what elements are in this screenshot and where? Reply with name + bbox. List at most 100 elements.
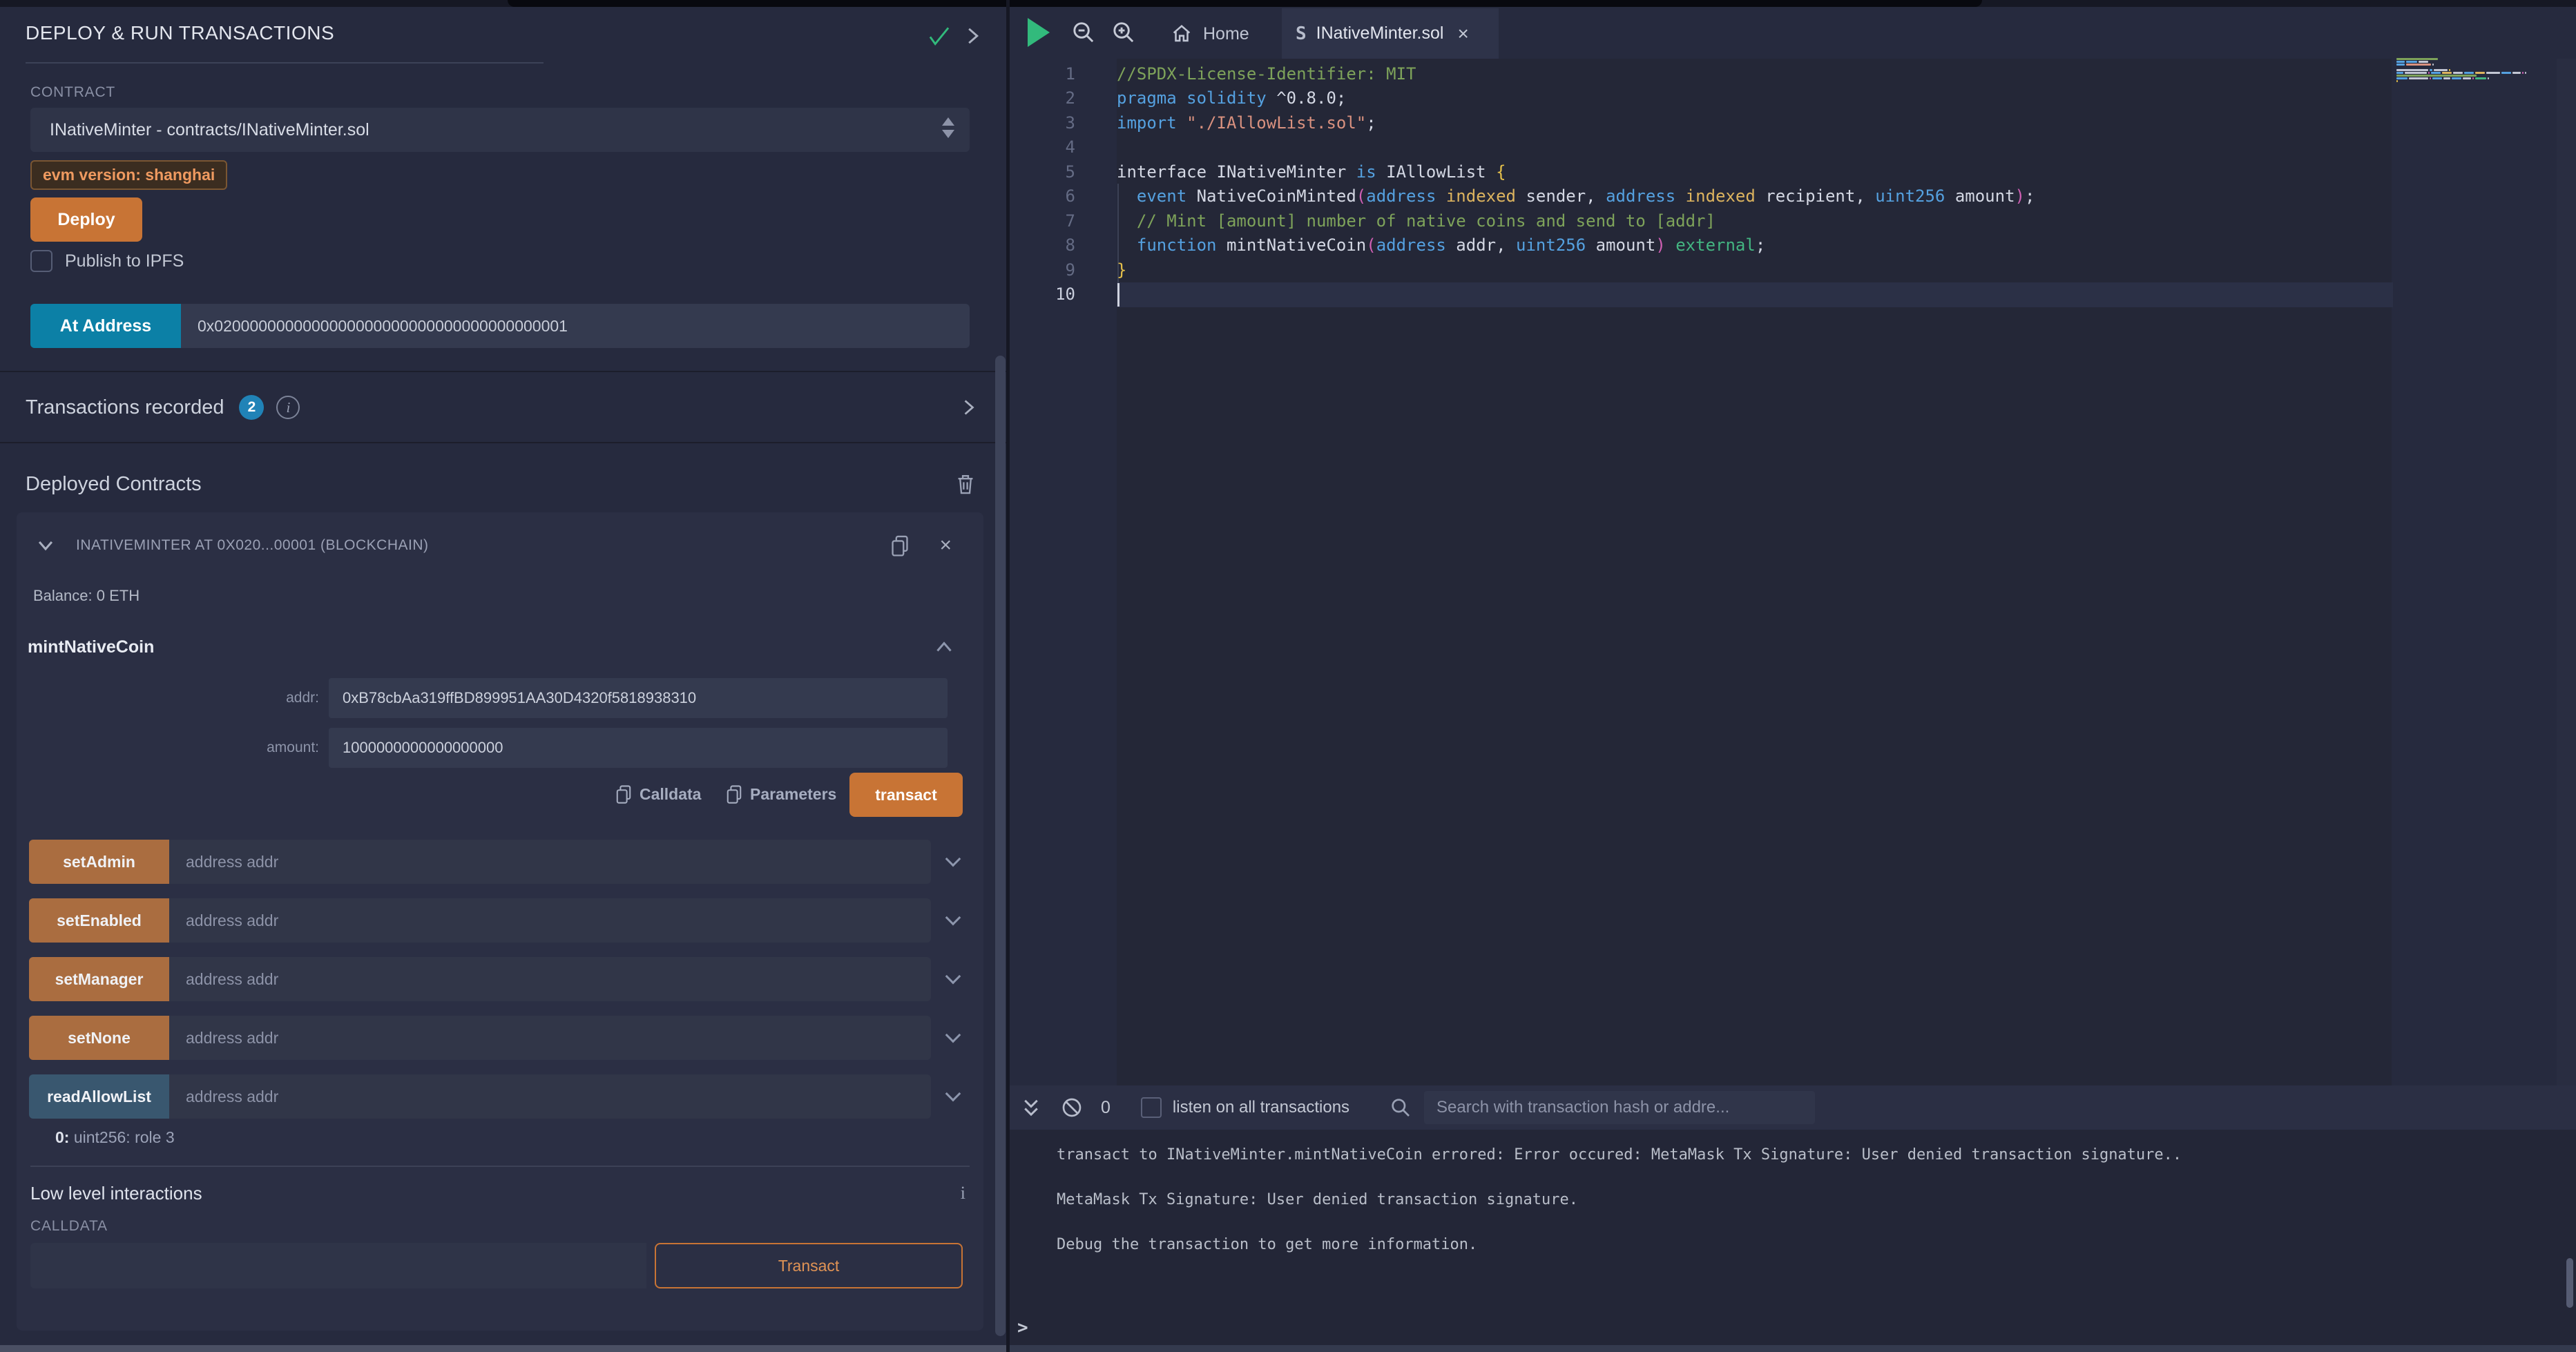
- solidity-file-icon: S: [1296, 23, 1307, 44]
- terminal-output: transact to INativeMinter.mintNativeCoin…: [1057, 1145, 2528, 1279]
- info-icon[interactable]: i: [276, 396, 300, 419]
- low-level-transact-button[interactable]: Transact: [655, 1243, 963, 1288]
- param-input-addr[interactable]: [329, 678, 948, 718]
- function-row-setNone: setNone: [29, 1016, 961, 1060]
- code-lines[interactable]: 1//SPDX-License-Identifier: MIT2pragma s…: [1010, 61, 2570, 307]
- terminal-log-line: Debug the transaction to get more inform…: [1057, 1235, 2528, 1255]
- panel-scrollbar[interactable]: [995, 356, 1006, 1336]
- terminal: 0 listen on all transactions transact to…: [1010, 1085, 2576, 1345]
- pending-count: 0: [1101, 1098, 1111, 1118]
- editor-minimap[interactable]: [2396, 58, 2535, 86]
- param-row-addr: addr:: [17, 678, 956, 718]
- code-line-7: 7 // Mint [amount] number of native coin…: [1010, 209, 2570, 233]
- output-index: 0:: [55, 1128, 69, 1146]
- function-input-setManager[interactable]: [169, 957, 931, 1001]
- deployed-contracts-title: Deployed Contracts: [26, 473, 202, 496]
- expand-params-chevron-icon[interactable]: [945, 1027, 961, 1043]
- calldata-label: CALLDATA: [30, 1218, 108, 1235]
- at-address-row: At Address: [30, 304, 970, 348]
- at-address-input[interactable]: [181, 304, 970, 348]
- function-button-readAllowList[interactable]: readAllowList: [29, 1074, 169, 1119]
- code-text: //SPDX-License-Identifier: MIT: [1075, 64, 1416, 84]
- line-number: 3: [1010, 113, 1075, 133]
- code-text: import "./IAllowList.sol";: [1075, 113, 1376, 133]
- copy-icon[interactable]: [890, 534, 910, 557]
- expand-chevron-down-icon[interactable]: [36, 538, 55, 553]
- expand-params-chevron-icon[interactable]: [945, 969, 961, 985]
- contract-instance-title: INATIVEMINTER AT 0X020...00001 (BLOCKCHA…: [76, 537, 429, 554]
- tab-close-icon[interactable]: ×: [1457, 23, 1468, 45]
- terminal-scrollbar[interactable]: [2566, 1258, 2573, 1308]
- transact-button[interactable]: transact: [849, 773, 963, 817]
- run-script-icon[interactable]: [1028, 18, 1050, 47]
- function-header-mintNativeCoin[interactable]: mintNativeCoin: [28, 631, 972, 663]
- code-line-8: 8 function mintNativeCoin(address addr, …: [1010, 233, 2570, 258]
- function-button-setManager[interactable]: setManager: [29, 957, 169, 1001]
- minimap-row: [2396, 69, 2535, 71]
- tab-home[interactable]: Home: [1160, 12, 1259, 55]
- bottom-scrollbar-left[interactable]: [0, 1345, 1006, 1352]
- code-text: pragma solidity ^0.8.0;: [1075, 88, 1346, 108]
- contract-select[interactable]: INativeMinter - contracts/INativeMinter.…: [30, 108, 970, 152]
- listen-transactions-label: listen on all transactions: [1173, 1098, 1349, 1117]
- line-number: 6: [1010, 186, 1075, 206]
- publish-ipfs-row: Publish to IPFS: [30, 250, 184, 272]
- expand-params-chevron-icon[interactable]: [945, 910, 961, 926]
- terminal-prompt[interactable]: >: [1017, 1317, 1028, 1338]
- panel-chevron-right-icon[interactable]: [964, 25, 982, 47]
- function-input-setEnabled[interactable]: [169, 898, 931, 943]
- zoom-out-icon[interactable]: [1070, 19, 1097, 46]
- collapse-chevron-up-icon[interactable]: [934, 639, 954, 655]
- listen-transactions-checkbox[interactable]: [1141, 1097, 1162, 1118]
- zoom-in-icon[interactable]: [1111, 19, 1137, 46]
- close-icon[interactable]: ×: [939, 535, 952, 556]
- evm-version-badge: evm version: shanghai: [30, 160, 227, 190]
- contract-label: CONTRACT: [30, 84, 115, 101]
- minimap-row: [2396, 58, 2535, 60]
- trash-icon[interactable]: [955, 472, 976, 496]
- transactions-recorded-row[interactable]: Transactions recorded 2 i: [0, 383, 1006, 432]
- panel-title: DEPLOY & RUN TRANSACTIONS: [26, 22, 334, 44]
- copy-parameters-button[interactable]: Parameters: [725, 784, 836, 804]
- section-divider: [0, 442, 1006, 443]
- function-button-setAdmin[interactable]: setAdmin: [29, 840, 169, 884]
- search-icon: [1390, 1097, 1412, 1119]
- deploy-run-panel: DEPLOY & RUN TRANSACTIONS CONTRACT INati…: [0, 7, 1006, 1345]
- deploy-button[interactable]: Deploy: [30, 197, 142, 242]
- function-button-setNone[interactable]: setNone: [29, 1016, 169, 1060]
- select-spinner-icon[interactable]: [942, 117, 954, 138]
- code-line-5: 5interface INativeMinter is IAllowList {: [1010, 160, 2570, 184]
- expand-params-chevron-icon[interactable]: [945, 1086, 961, 1102]
- function-row-setEnabled: setEnabled: [29, 898, 961, 943]
- publish-ipfs-checkbox[interactable]: [30, 250, 52, 272]
- line-number: 5: [1010, 162, 1075, 182]
- low-level-calldata-input[interactable]: [30, 1243, 646, 1288]
- editor-scrollbar[interactable]: [2557, 59, 2576, 1085]
- code-editor: Home S INativeMinter.sol × 1//SPDX-Licen…: [1010, 7, 2576, 1085]
- param-label: amount:: [17, 740, 329, 756]
- terminal-search-input[interactable]: [1424, 1091, 1815, 1124]
- contract-instance-header[interactable]: INATIVEMINTER AT 0X020...00001 (BLOCKCHA…: [36, 532, 964, 559]
- tab-inativeminter[interactable]: S INativeMinter.sol ×: [1282, 8, 1499, 59]
- expand-params-chevron-icon[interactable]: [945, 851, 961, 867]
- section-divider: [0, 371, 1006, 372]
- function-input-setNone[interactable]: [169, 1016, 931, 1060]
- info-icon[interactable]: i: [961, 1183, 965, 1204]
- copy-calldata-button[interactable]: Calldata: [615, 784, 701, 804]
- code-line-10: 10: [1010, 282, 2570, 307]
- transactions-chevron-right-icon[interactable]: [961, 397, 977, 418]
- param-input-amount[interactable]: [329, 728, 948, 768]
- function-input-setAdmin[interactable]: [169, 840, 931, 884]
- line-number: 4: [1010, 137, 1075, 157]
- title-underline: [26, 62, 544, 64]
- compile-success-check-icon: [927, 25, 952, 47]
- function-input-readAllowList[interactable]: [169, 1074, 931, 1119]
- function-button-setEnabled[interactable]: setEnabled: [29, 898, 169, 943]
- clear-console-icon[interactable]: [1061, 1097, 1083, 1119]
- parameters-button-label: Parameters: [750, 785, 836, 804]
- publish-ipfs-label: Publish to IPFS: [65, 251, 184, 271]
- code-line-9: 9}: [1010, 258, 2570, 282]
- line-number: 8: [1010, 235, 1075, 255]
- at-address-button[interactable]: At Address: [30, 304, 181, 348]
- terminal-expand-icon[interactable]: [1021, 1097, 1041, 1119]
